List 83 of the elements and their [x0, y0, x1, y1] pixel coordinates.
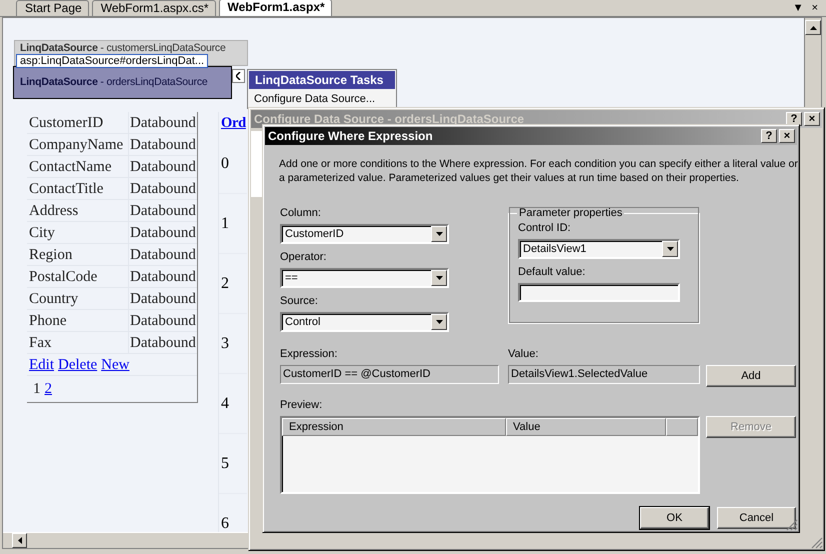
field-label: Operator:	[280, 250, 328, 264]
close-button[interactable]: ×	[804, 112, 820, 126]
table-cell: 0	[221, 155, 229, 172]
dialog-title: Configure Where Expression	[268, 129, 434, 143]
column-header[interactable]: Value	[506, 418, 666, 436]
table-cell: 4	[221, 395, 229, 412]
caret-down-icon	[436, 276, 442, 280]
source-dropdown[interactable]: Control	[280, 312, 449, 332]
field-name: Region	[27, 244, 129, 265]
close-button[interactable]: ×	[812, 0, 818, 16]
column-dropdown[interactable]: CustomerID	[280, 224, 449, 244]
tag-tooltip: asp:LinqDataSource#ordersLinqDat...	[16, 54, 208, 68]
field-name: City	[27, 222, 129, 243]
cancel-button[interactable]: Cancel	[717, 507, 796, 529]
command-link[interactable]: New	[101, 354, 130, 375]
field-name: Phone	[27, 310, 129, 331]
document-tab[interactable]: WebForm1.aspx.cs*	[92, 0, 216, 16]
field-name: PostalCode	[27, 266, 129, 287]
field-name: ContactTitle	[27, 178, 129, 199]
field-value: Databound	[129, 334, 196, 353]
chevron-left-icon	[236, 72, 241, 80]
panel-title: LinqDataSource Tasks	[249, 71, 395, 89]
page-link[interactable]: 2	[44, 381, 52, 397]
help-button[interactable]: ?	[761, 129, 777, 143]
field-value: Databound	[129, 158, 196, 177]
field-name: Fax	[27, 332, 129, 353]
field-label: Control ID:	[518, 221, 572, 235]
field-label: Expression:	[280, 347, 338, 361]
task-link[interactable]: Configure Data Source...	[248, 90, 396, 108]
resize-grip-icon[interactable]	[786, 519, 798, 531]
field-value: Databound	[129, 136, 196, 155]
field-label: Column:	[280, 206, 322, 220]
document-tab[interactable]: Start Page	[16, 0, 89, 16]
table-cell: 5	[221, 455, 229, 472]
operator-dropdown[interactable]: ==	[280, 268, 449, 288]
field-value: Databound	[129, 290, 196, 309]
field-value: Databound	[129, 202, 196, 221]
field-value: Databound	[129, 268, 196, 287]
table-cell: 3	[221, 335, 229, 352]
value-field: DetailsView1.SelectedValue	[508, 365, 700, 384]
data-source-control[interactable]: LinqDataSource - ordersLinqDataSource	[13, 66, 232, 99]
dialog-title: Configure Data Source - ordersLinqDataSource	[254, 112, 526, 126]
scroll-left-button[interactable]	[12, 533, 27, 548]
description-text: Add one or more conditions to the Where expression. For each condition you can specify either a literal value or a parameterized value. Parameterized values get their values at run time based on their properties.	[279, 157, 799, 185]
document-tab[interactable]: WebForm1.aspx*	[218, 0, 332, 16]
table-cell: 2	[221, 275, 229, 292]
column-header[interactable]: Ord	[219, 112, 247, 134]
field-label: Value:	[508, 347, 540, 361]
field-label: Source:	[280, 294, 319, 308]
scroll-up-button[interactable]	[805, 20, 821, 35]
tab-list-button[interactable]: ▼	[792, 0, 804, 16]
expression-field: CustomerID == @CustomerID	[280, 365, 499, 384]
default-value-field[interactable]	[518, 283, 680, 302]
field-value: Databound	[129, 246, 196, 265]
table-cell: 1	[221, 215, 229, 232]
column-header[interactable]: Expression	[282, 418, 506, 436]
caret-down-icon	[436, 320, 442, 324]
current-page: 1	[33, 381, 40, 397]
field-name: Country	[27, 288, 129, 309]
command-link[interactable]: Edit	[29, 354, 54, 375]
control-id-dropdown[interactable]: DetailsView1	[518, 239, 680, 259]
table-cell: 6	[221, 515, 229, 532]
field-label: Default value:	[518, 265, 586, 279]
field-label: Preview:	[280, 398, 324, 412]
ok-button[interactable]: OK	[640, 507, 709, 529]
field-value: Databound	[129, 224, 196, 243]
caret-down-icon	[436, 232, 442, 236]
close-button[interactable]: ×	[779, 129, 795, 143]
field-value: Databound	[129, 114, 196, 133]
field-name: ContactName	[27, 156, 129, 177]
caret-down-icon	[666, 247, 674, 251]
field-value: Databound	[129, 180, 196, 199]
add-button[interactable]: Add	[706, 365, 796, 387]
field-name: CompanyName	[27, 134, 129, 155]
resize-grip-icon[interactable]	[811, 537, 823, 549]
smart-tag-button[interactable]	[232, 69, 245, 83]
field-value: Databound	[129, 312, 196, 331]
triangle-up-icon	[810, 26, 816, 30]
command-link[interactable]: Delete	[58, 354, 98, 375]
field-name: CustomerID	[27, 112, 129, 133]
field-name: Address	[27, 200, 129, 221]
group-title: Parameter properties	[518, 206, 624, 220]
triangle-left-icon	[18, 537, 22, 544]
